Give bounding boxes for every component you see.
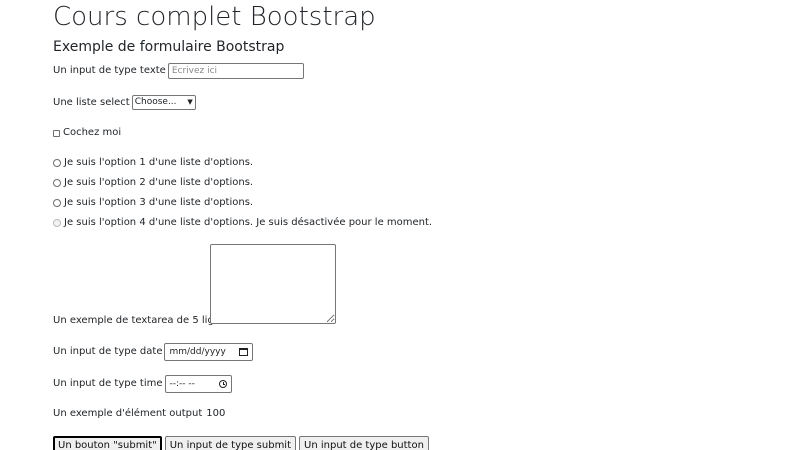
time-placeholder: --:-- -- xyxy=(169,379,195,389)
checkbox[interactable] xyxy=(53,129,60,137)
time-label: Un input de type time xyxy=(53,378,163,389)
input-submit-button[interactable]: Un input de type submit xyxy=(164,436,297,450)
textarea-label: Un exemple de textarea de 5 lignes xyxy=(53,315,232,326)
button-row: Un bouton "submit" Un input de type subm… xyxy=(53,436,429,450)
radio-label-2: Je suis l'option 2 d'une liste d'options… xyxy=(64,177,254,188)
radio-button-4-disabled xyxy=(53,219,61,227)
textarea-row: Un exemple de textarea de 5 lignes xyxy=(53,244,373,326)
time-row: Un input de type time --:-- -- xyxy=(53,375,232,393)
radio-button-1[interactable] xyxy=(53,159,61,167)
radio-button-2[interactable] xyxy=(53,179,61,187)
date-row: Un input de type date mm/dd/yyyy xyxy=(53,343,254,361)
date-label: Un input de type date xyxy=(53,346,163,357)
text-input-label: Un input de type texte xyxy=(53,65,166,76)
radio-option-4: Je suis l'option 4 d'une liste d'options… xyxy=(53,216,432,230)
page-title: Cours complet Bootstrap xyxy=(53,2,376,32)
text-input-row: Un input de type texte xyxy=(53,63,304,79)
chevron-down-icon: ▼ xyxy=(187,98,193,106)
submit-button[interactable]: Un bouton "submit" xyxy=(53,436,162,450)
radio-option-1[interactable]: Je suis l'option 1 d'une liste d'options… xyxy=(53,156,253,170)
checkbox-row: Cochez moi xyxy=(53,126,121,140)
output-row: Un exemple d'élément output 100 xyxy=(53,407,225,421)
text-input[interactable] xyxy=(167,63,304,79)
radio-label-1: Je suis l'option 1 d'une liste d'options… xyxy=(64,157,254,168)
clock-icon[interactable] xyxy=(218,380,227,388)
calendar-icon[interactable] xyxy=(239,348,249,356)
time-input[interactable]: --:-- -- xyxy=(164,375,232,393)
checkbox-label: Cochez moi xyxy=(63,127,122,138)
textarea[interactable] xyxy=(210,244,336,324)
output-value: 100 xyxy=(206,408,226,419)
radio-option-3[interactable]: Je suis l'option 3 d'une liste d'options… xyxy=(53,196,253,210)
radio-label-4: Je suis l'option 4 d'une liste d'options… xyxy=(64,217,433,228)
radio-button-3[interactable] xyxy=(53,199,61,207)
choice-select[interactable]: Choose... ▼ xyxy=(131,95,196,110)
radio-option-2[interactable]: Je suis l'option 2 d'une liste d'options… xyxy=(53,176,253,190)
select-row: Une liste select Choose... ▼ xyxy=(53,95,196,110)
select-label: Une liste select xyxy=(53,96,130,108)
output-label: Un exemple d'élément output xyxy=(53,408,203,419)
input-button[interactable]: Un input de type button xyxy=(299,436,429,450)
form-subtitle: Exemple de formulaire Bootstrap xyxy=(53,39,285,55)
date-placeholder: mm/dd/yyyy xyxy=(169,347,226,357)
radio-label-3: Je suis l'option 3 d'une liste d'options… xyxy=(64,197,254,208)
date-input[interactable]: mm/dd/yyyy xyxy=(164,343,254,361)
page: Cours complet Bootstrap Exemple de formu… xyxy=(0,0,800,450)
select-selected-value: Choose... xyxy=(134,97,177,107)
